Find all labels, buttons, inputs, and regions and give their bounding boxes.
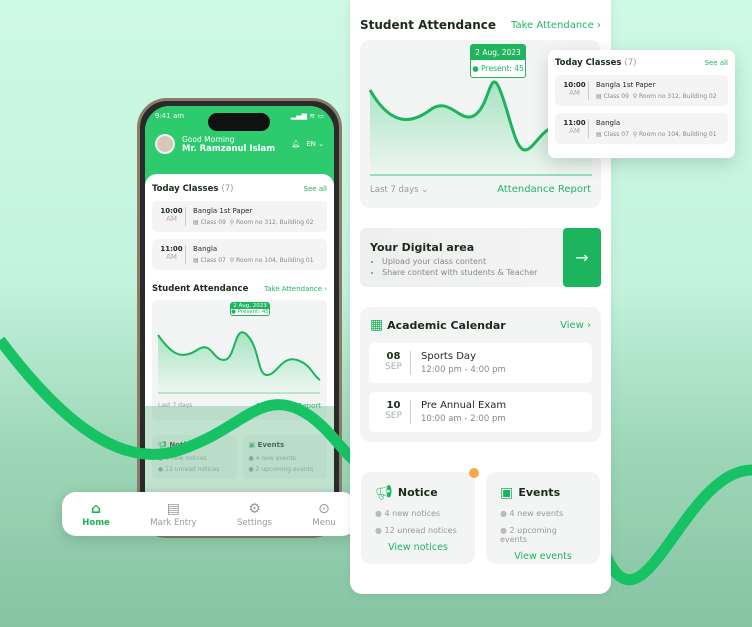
bottom-nav: ⌂ Home ▤ Mark Entry ⚙ Settings ⊙ Menu <box>62 492 356 536</box>
attendance-report-link[interactable]: Attendance Report <box>497 184 591 195</box>
calendar-check-icon: ▣ <box>500 485 514 501</box>
today-classes-card: Today Classes (7) See all 10:00 AM Bangla 1… <box>548 50 735 158</box>
gear-icon: ⚙ <box>248 500 261 517</box>
nav-mark-entry[interactable]: ▤ Mark Entry <box>150 501 196 528</box>
notification-dot <box>469 468 479 478</box>
view-calendar-link[interactable]: View › <box>560 320 591 331</box>
see-all-link[interactable]: See all <box>705 59 728 67</box>
nav-home[interactable]: ⌂ Home <box>82 501 110 528</box>
notice-card[interactable]: 📢︎ Notice4 new notices12 unread noticesV… <box>361 472 475 564</box>
more-icon: ⊙ <box>318 500 330 517</box>
view-notices-link[interactable]: View notices <box>375 542 461 553</box>
class-item[interactable]: 11:00 AM Bangla ▤ Class 07 ⚲ Room no 104, B… <box>555 113 728 144</box>
events-card[interactable]: ▣ Events4 new events2 upcoming eventsVie… <box>486 472 600 564</box>
calendar-icon: ▦ <box>370 317 384 333</box>
megaphone-icon: 📢︎ <box>375 485 393 501</box>
calendar-event[interactable]: 10 SEP Pre Annual Exam 10:00 am - 2:00 pm <box>369 392 592 432</box>
nav-settings[interactable]: ⚙ Settings <box>237 501 272 528</box>
nav-menu[interactable]: ⊙ Menu <box>312 501 335 528</box>
banner-title: Your Digital area <box>370 241 475 254</box>
range-select[interactable]: Last 7 days ⌄ <box>370 185 428 195</box>
view-events-link[interactable]: View events <box>500 551 586 562</box>
calendar-event[interactable]: 08 SEP Sports Day 12:00 pm - 4:00 pm <box>369 343 592 383</box>
section-title: Student Attendance <box>360 18 497 32</box>
arrow-right-button[interactable]: → <box>563 228 601 287</box>
class-item[interactable]: 10:00 AM Bangla 1st Paper ▤ Class 09 ⚲ Room… <box>555 75 728 106</box>
home-icon: ⌂ <box>91 500 102 517</box>
take-attendance-link[interactable]: Take Attendance › <box>511 20 601 31</box>
digital-area-banner[interactable]: Your Digital area Upload your class cont… <box>360 228 601 287</box>
document-icon: ▤ <box>166 500 181 517</box>
chart-tooltip: 2 Aug, 2023 ● Present: 45 <box>470 44 526 78</box>
academic-calendar-card: ▦ Academic Calendar View › 08 SEP Sports Da… <box>360 307 601 442</box>
